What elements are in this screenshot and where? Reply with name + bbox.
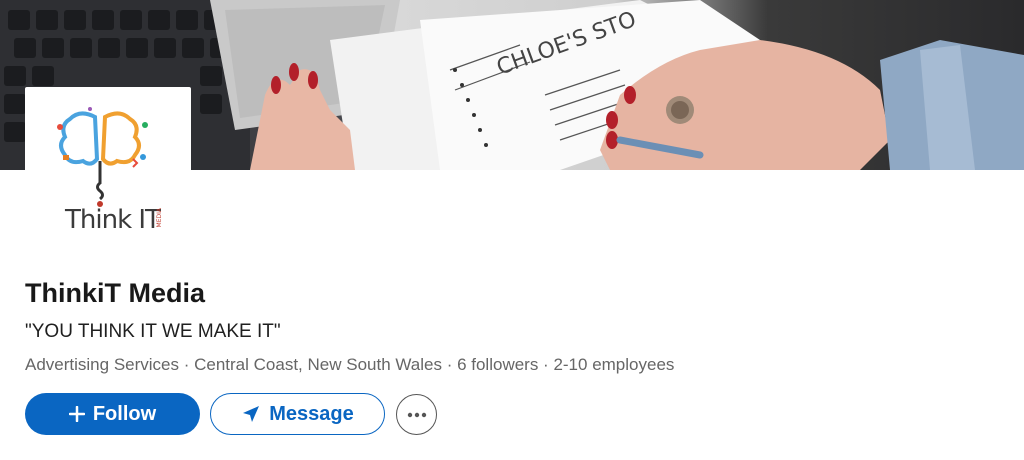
send-icon	[241, 404, 261, 424]
logo-tag: MEDIA	[156, 208, 163, 228]
logo-text: Think IT	[65, 205, 161, 235]
company-tagline: "YOU THINK IT WE MAKE IT"	[25, 321, 281, 342]
ellipsis-icon	[407, 412, 427, 418]
more-actions-button[interactable]	[396, 394, 437, 435]
company-name: ThinkiT Media	[25, 278, 206, 308]
company-meta: Advertising Services · Central Coast, Ne…	[25, 355, 675, 374]
plus-icon	[68, 406, 85, 422]
follow-button-label: Follow	[92, 402, 157, 425]
message-button[interactable]: Message	[210, 393, 385, 435]
company-logo[interactable]: Think IT MEDIA	[25, 87, 191, 253]
message-button-label: Message	[269, 402, 354, 425]
follow-button[interactable]: Follow	[25, 393, 200, 435]
